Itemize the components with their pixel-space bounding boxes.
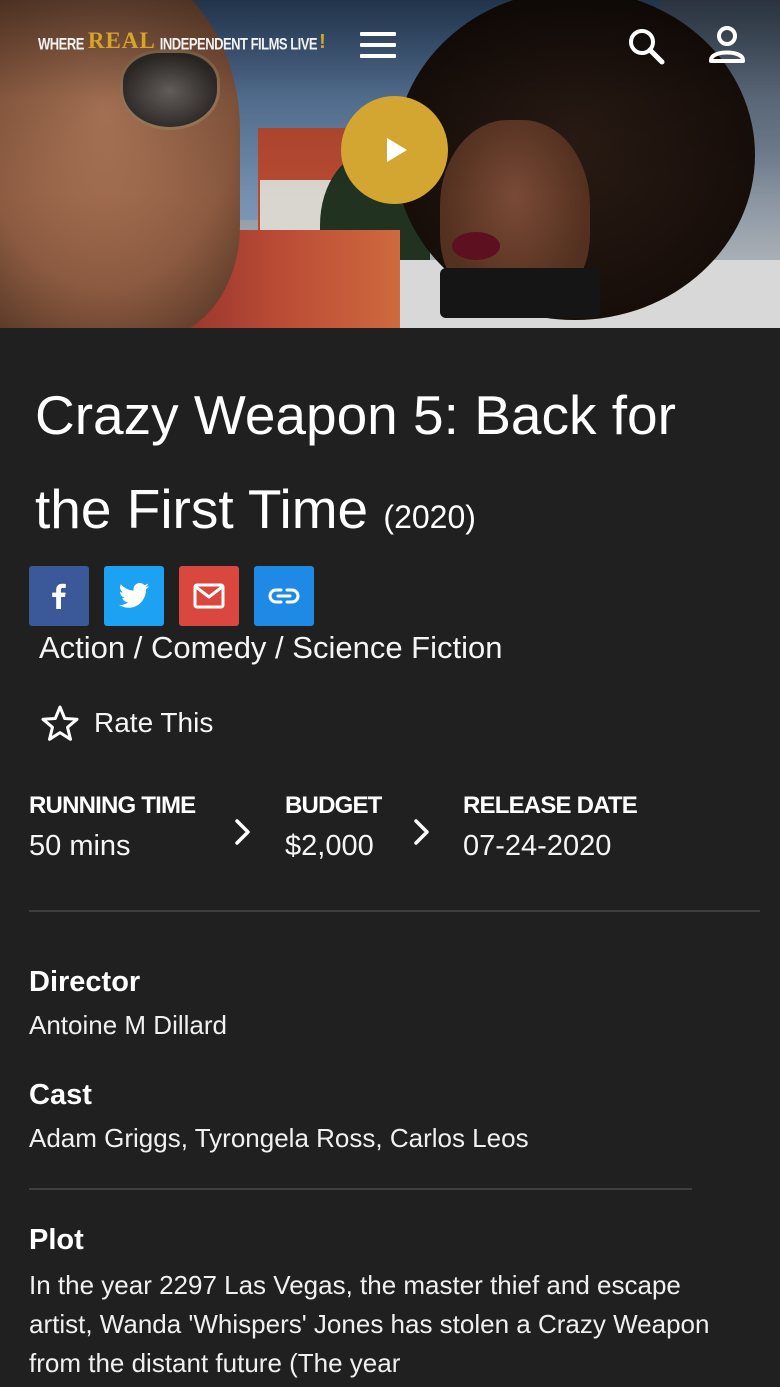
share-twitter-button[interactable] bbox=[104, 566, 164, 626]
chevron-right-icon bbox=[414, 819, 429, 845]
twitter-icon bbox=[118, 583, 149, 608]
play-icon bbox=[386, 138, 407, 162]
rate-this-label: Rate This bbox=[94, 707, 214, 738]
facebook-icon bbox=[52, 583, 66, 609]
cast-member[interactable]: Adam Griggs, bbox=[29, 1123, 188, 1153]
cast-list: Adam Griggs, Tyrongela Ross, Carlos Leos bbox=[29, 1123, 529, 1154]
release-date-label: RELEASE DATE bbox=[463, 792, 638, 819]
star-icon bbox=[41, 705, 79, 741]
site-logo[interactable]: WHERE REAL INDEPENDENT FILMS LIVE ! bbox=[38, 28, 326, 56]
email-icon bbox=[193, 583, 225, 609]
movie-title: Crazy Weapon 5: Back for the First Time bbox=[35, 384, 676, 540]
user-icon-graphic bbox=[709, 26, 745, 63]
plot-text: In the year 2297 Las Vegas, the master t… bbox=[29, 1270, 710, 1378]
menu-bar-middle bbox=[360, 43, 396, 47]
budget-stat: BUDGET $2,000 bbox=[285, 792, 382, 863]
logo-tagline: INDEPENDENT FILMS LIVE bbox=[159, 33, 318, 54]
director-name[interactable]: Antoine M Dillard bbox=[29, 1010, 227, 1041]
search-icon-graphic bbox=[629, 29, 665, 65]
cast-member[interactable]: Carlos Leos bbox=[390, 1123, 529, 1153]
rate-this-button[interactable]: Rate This bbox=[40, 704, 213, 742]
divider bbox=[29, 910, 760, 912]
movie-genres: Action / Comedy / Science Fiction bbox=[39, 630, 503, 665]
movie-title-block: Crazy Weapon 5: Back for the First Time … bbox=[35, 368, 755, 564]
play-trailer-button[interactable] bbox=[341, 96, 448, 204]
user-account-icon[interactable] bbox=[706, 24, 748, 66]
share-email-button[interactable] bbox=[179, 566, 239, 626]
director-label: Director bbox=[29, 966, 141, 998]
running-time-label: RUNNING TIME bbox=[29, 792, 196, 819]
search-icon[interactable] bbox=[626, 26, 666, 66]
running-time-value: 50 mins bbox=[29, 830, 131, 862]
divider bbox=[29, 1188, 692, 1190]
logo-where: WHERE bbox=[38, 33, 84, 54]
logo-exclamation: ! bbox=[319, 31, 326, 53]
menu-bar-top bbox=[360, 32, 396, 36]
chevron-right-icon bbox=[235, 819, 250, 845]
link-icon bbox=[268, 588, 300, 604]
release-date-stat: RELEASE DATE 07-24-2020 bbox=[463, 792, 638, 863]
logo-real: REAL bbox=[87, 28, 156, 53]
share-buttons bbox=[29, 566, 314, 626]
hamburger-menu-icon[interactable] bbox=[360, 32, 396, 58]
cast-label: Cast bbox=[29, 1079, 92, 1111]
movie-year: (2020) bbox=[383, 499, 476, 535]
share-link-button[interactable] bbox=[254, 566, 314, 626]
release-date-value: 07-24-2020 bbox=[463, 830, 612, 862]
cast-member[interactable]: Tyrongela Ross, bbox=[195, 1123, 383, 1153]
budget-label: BUDGET bbox=[285, 792, 382, 819]
running-time-stat: RUNNING TIME 50 mins bbox=[29, 792, 196, 863]
budget-value: $2,000 bbox=[285, 830, 374, 862]
plot-label: Plot bbox=[29, 1224, 84, 1256]
share-facebook-button[interactable] bbox=[29, 566, 89, 626]
menu-bar-bottom bbox=[360, 54, 396, 58]
